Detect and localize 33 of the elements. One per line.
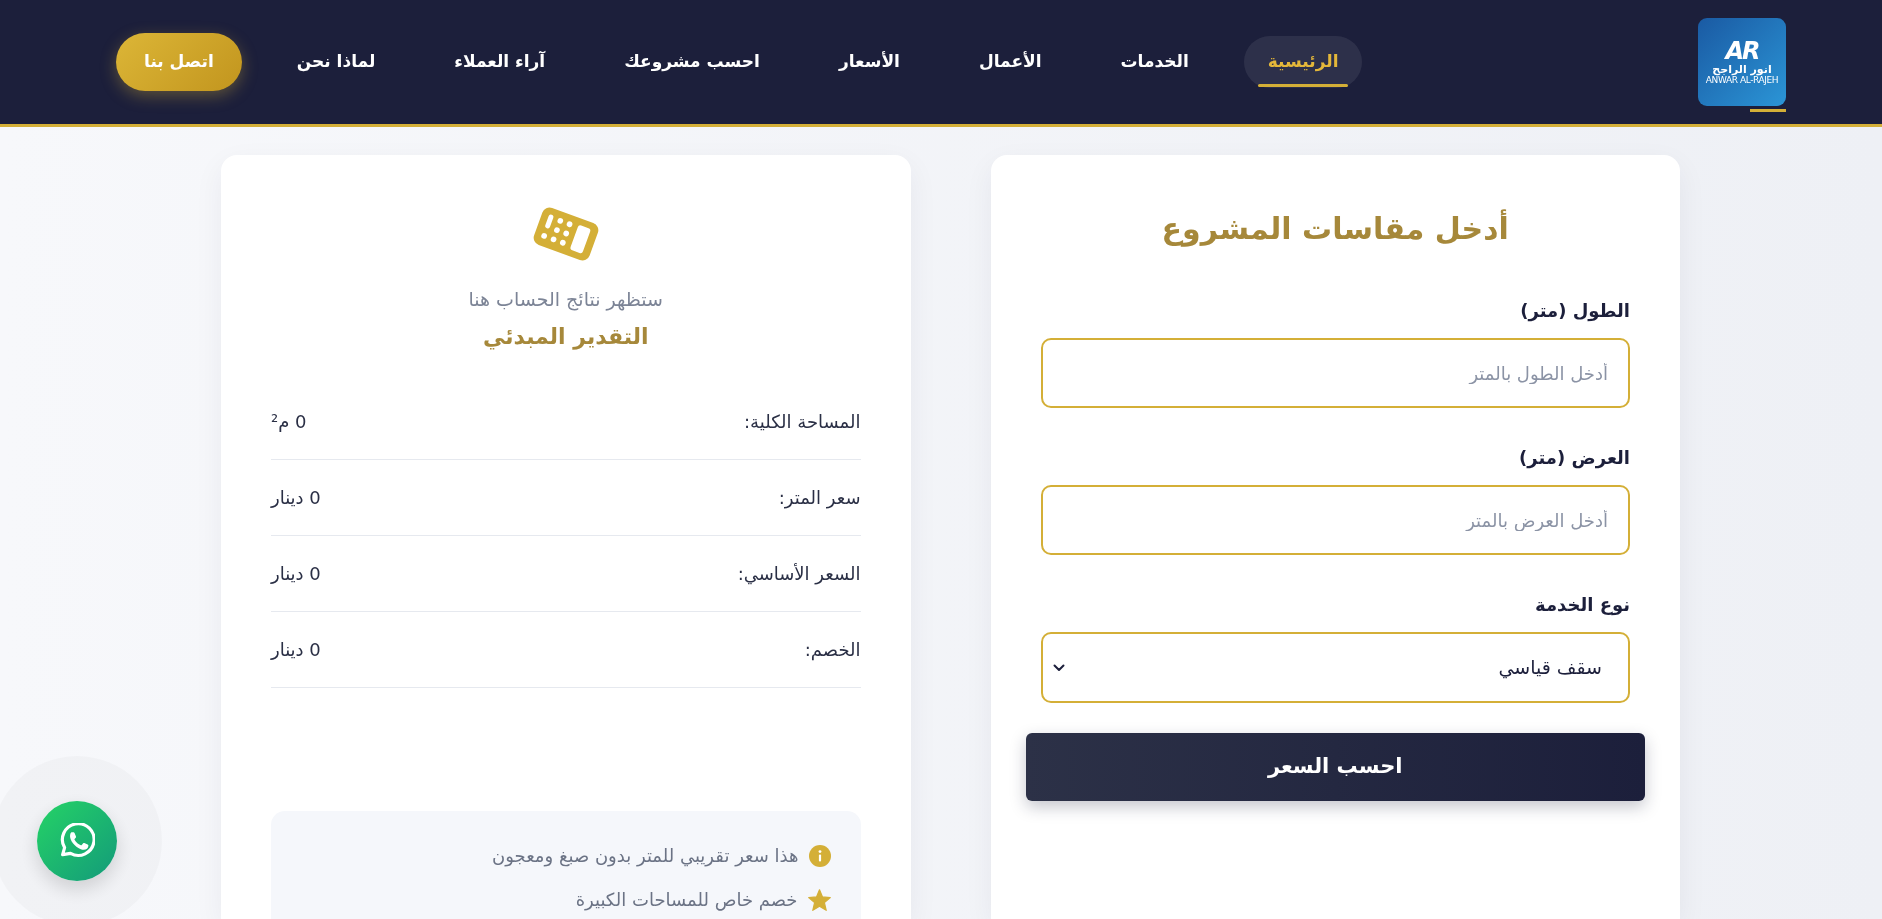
field-label: الطول (متر) bbox=[1519, 299, 1630, 323]
note-text: هذا سعر تقريبي للمتر بدون صبغ ومعجون bbox=[492, 844, 799, 869]
result-value: 0 دينار bbox=[271, 638, 321, 662]
field-label: العرض (متر) bbox=[1518, 446, 1630, 470]
result-label: السعر الأساسي: bbox=[737, 562, 861, 586]
info-icon bbox=[808, 845, 831, 867]
result-label: سعر المتر: bbox=[778, 486, 861, 510]
nav-link[interactable]: الأعمال bbox=[954, 36, 1066, 88]
nav-link[interactable]: الأسعار bbox=[814, 36, 924, 88]
result-label: المساحة الكلية: bbox=[744, 410, 861, 434]
logo-english-name: ANWAR AL-RAJEH bbox=[1705, 76, 1779, 87]
chat-phone-icon bbox=[59, 823, 95, 859]
nav-link[interactable]: لماذا نحن bbox=[272, 36, 400, 88]
result-value: 0 دينار bbox=[271, 562, 321, 586]
logo-letters: AR bbox=[1725, 37, 1759, 65]
note-text: خصم خاص للمساحات الكبيرة bbox=[575, 888, 798, 913]
logo-underline bbox=[1750, 109, 1786, 112]
calculate-button[interactable]: احسب السعر bbox=[1025, 733, 1645, 801]
star-icon bbox=[807, 889, 831, 911]
form-title: أدخل مقاسات المشروع bbox=[1160, 208, 1510, 249]
nav-link[interactable]: احسب مشروعك bbox=[600, 36, 784, 88]
results-title: التقدير المبدئي bbox=[481, 323, 650, 352]
result-value: 0 دينار bbox=[271, 486, 321, 510]
nav-link[interactable]: الرئيسية bbox=[1243, 36, 1363, 88]
result-label: الخصم: bbox=[804, 638, 861, 662]
nav-link[interactable]: الخدمات bbox=[1096, 36, 1213, 88]
select-field[interactable]: سقف قياسي bbox=[1040, 632, 1630, 703]
results-hint: ستظهر نتائج الحساب هنا bbox=[467, 287, 664, 312]
field-label: نوع الخدمة bbox=[1534, 593, 1630, 617]
caret-icon bbox=[1052, 663, 1065, 672]
result-value: 0 م² bbox=[271, 410, 307, 434]
logo-arabic-name: انور الراجح bbox=[1712, 64, 1772, 77]
nav-link[interactable]: آراء العملاء bbox=[430, 36, 570, 88]
